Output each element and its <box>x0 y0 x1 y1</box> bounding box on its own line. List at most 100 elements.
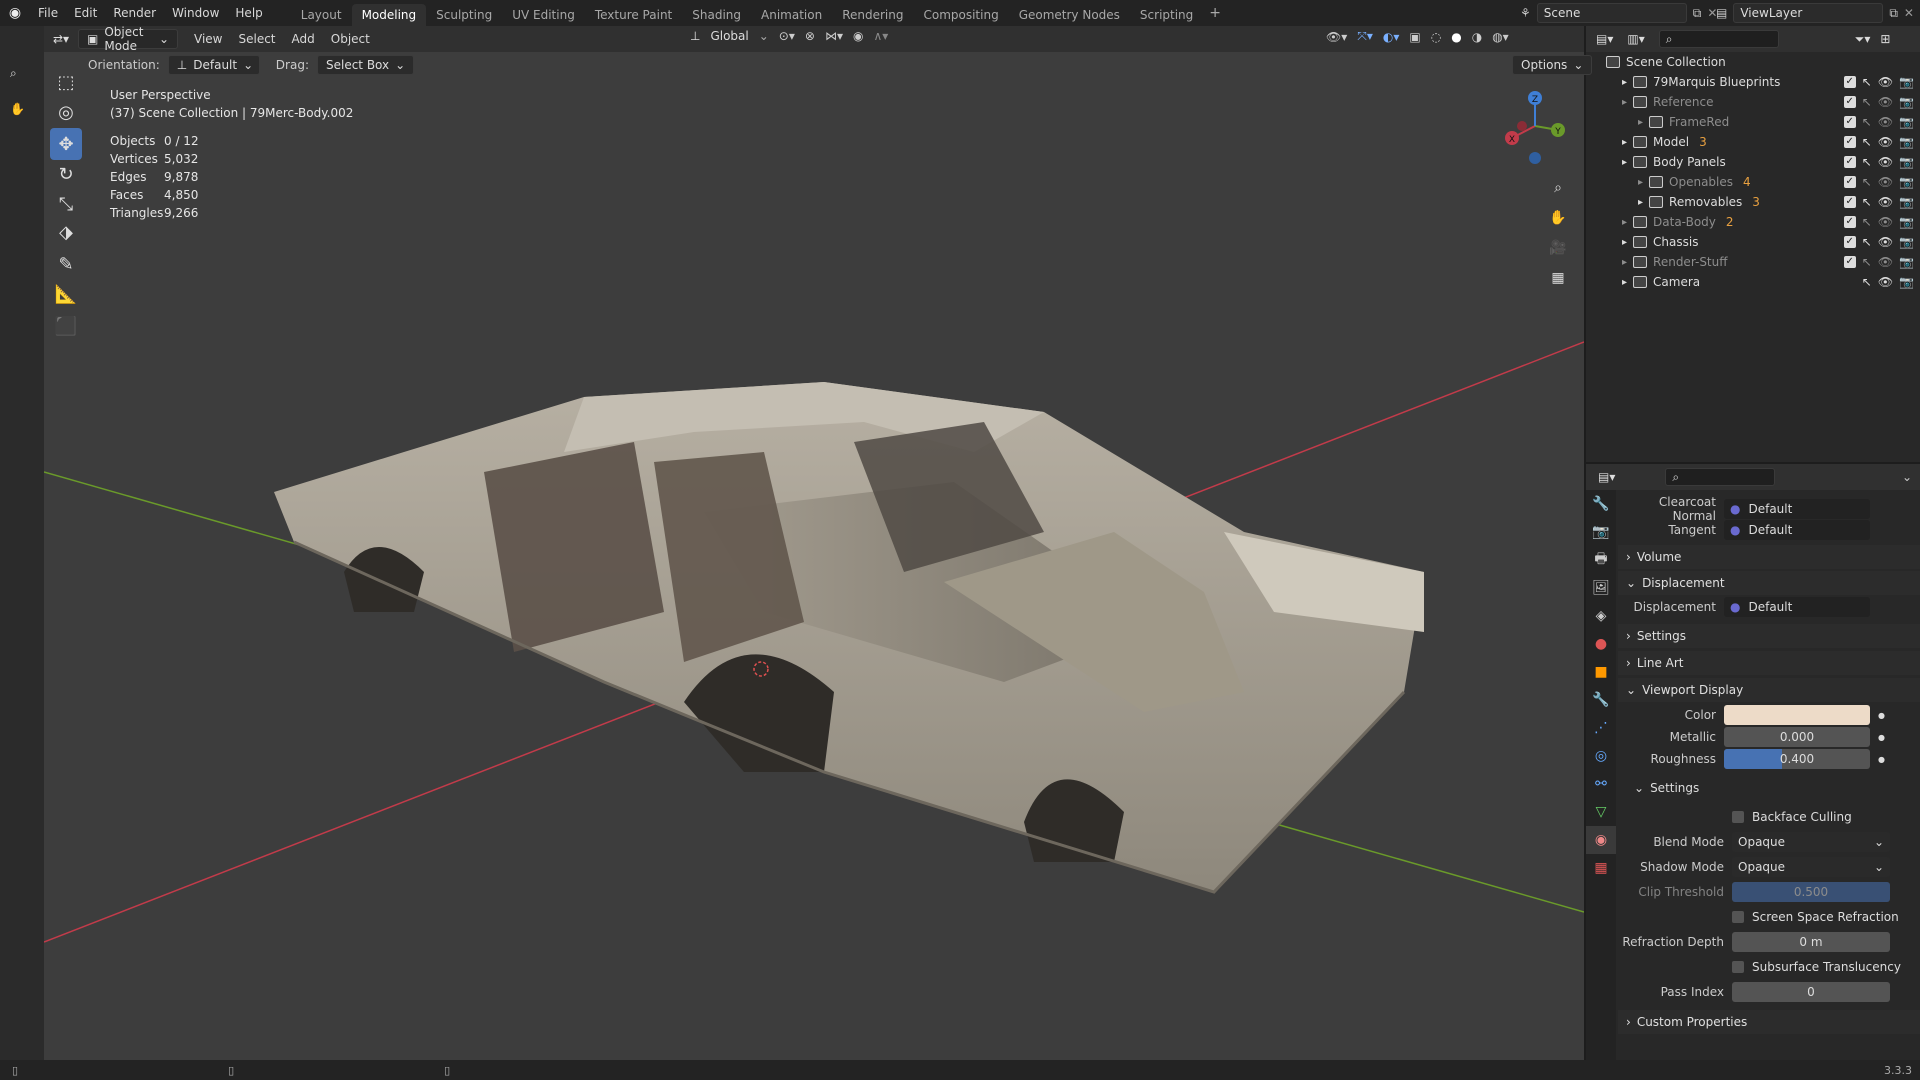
tab-object[interactable]: ■ <box>1586 658 1616 686</box>
subsurface-translucency-row[interactable]: Subsurface Translucency <box>1618 956 1920 978</box>
expand-arrow-icon[interactable]: ▸ <box>1622 77 1627 88</box>
outliner-search-input[interactable]: ⌕ <box>1658 30 1779 48</box>
select-mode-icon[interactable]: ⇄▾ <box>44 32 78 46</box>
selectable-icon[interactable]: ↖ <box>1862 195 1872 209</box>
delete-viewlayer-icon[interactable]: ✕ <box>1904 6 1914 20</box>
chevron-down-icon[interactable]: ⌄ <box>759 29 769 43</box>
transform-orientation-dropdown[interactable]: Global <box>710 29 748 43</box>
outliner-item[interactable]: ▸ Body Panels ✓ ↖ 👁 📷 <box>1586 152 1920 172</box>
tab-scene[interactable]: ◈ <box>1586 602 1616 630</box>
proportional-edit-icon[interactable]: ◉ <box>853 29 863 43</box>
expand-arrow-icon[interactable]: ▸ <box>1622 157 1627 168</box>
zoom-icon[interactable]: ⌕ <box>10 66 17 81</box>
custom-properties-section[interactable]: › Custom Properties <box>1618 1010 1920 1034</box>
tab-uv-editing[interactable]: UV Editing <box>502 4 585 26</box>
refraction-depth-field[interactable]: 0 m <box>1732 932 1890 952</box>
tab-shading[interactable]: Shading <box>682 4 751 26</box>
outliner-editor-icon[interactable]: ▤▾ <box>1596 32 1613 46</box>
new-viewlayer-icon[interactable]: ⧉ <box>1889 6 1898 21</box>
tab-geometry-nodes[interactable]: Geometry Nodes <box>1009 4 1130 26</box>
car-body-model[interactable] <box>274 382 1424 894</box>
settings-subpanel-header[interactable]: ⌄ Settings <box>1618 777 1920 799</box>
visibility-eye-icon[interactable]: 👁 <box>1878 135 1893 149</box>
drag-dropdown[interactable]: Select Box ⌄ <box>316 55 415 75</box>
menu-help[interactable]: Help <box>227 0 270 26</box>
expand-arrow-icon[interactable]: ▸ <box>1622 217 1627 228</box>
pan-icon[interactable]: ✋ <box>10 102 25 116</box>
tab-output[interactable]: 🖶 <box>1586 546 1616 574</box>
tab-view-layer[interactable]: 🖼 <box>1586 574 1616 602</box>
rendered-shading-icon[interactable]: ◍▾ <box>1492 30 1509 44</box>
outliner-item[interactable]: ▸ Openables 4 ✓ ↖ 👁 📷 <box>1586 172 1920 192</box>
outliner-item[interactable]: ▸ 79Marquis Blueprints ✓ ↖ 👁 📷 <box>1586 72 1920 92</box>
falloff-icon[interactable]: ∧▾ <box>873 29 888 43</box>
zoom-view-icon[interactable]: ⌕ <box>1546 176 1570 200</box>
render-camera-icon[interactable]: 📷 <box>1899 155 1914 169</box>
outliner-item[interactable]: ▸ Camera ↖ 👁 📷 <box>1586 272 1920 292</box>
keyframe-dot-icon[interactable]: ● <box>1878 755 1885 764</box>
neg-y-axis-handle[interactable] <box>1517 121 1527 131</box>
snap-icon[interactable]: ⊗ <box>805 29 815 43</box>
render-camera-icon[interactable]: 📷 <box>1899 75 1914 89</box>
color-swatch[interactable] <box>1724 705 1870 725</box>
selectable-icon[interactable]: ↖ <box>1862 215 1872 229</box>
solid-shading-icon[interactable]: ● <box>1451 30 1461 44</box>
render-camera-icon[interactable]: 📷 <box>1899 195 1914 209</box>
visibility-eye-icon[interactable]: 👁 <box>1878 115 1893 129</box>
selectable-icon[interactable]: ↖ <box>1862 155 1872 169</box>
pan-view-icon[interactable]: ✋ <box>1546 206 1570 230</box>
exclude-checkbox[interactable]: ✓ <box>1843 96 1856 108</box>
selectable-icon[interactable]: ↖ <box>1862 75 1872 89</box>
exclude-checkbox[interactable]: ✓ <box>1843 116 1856 128</box>
metallic-slider[interactable]: 0.000 <box>1724 727 1870 747</box>
screen-space-refraction-row[interactable]: Screen Space Refraction <box>1618 906 1920 928</box>
visibility-eye-icon[interactable]: 👁 <box>1878 235 1893 249</box>
orientation-dropdown[interactable]: ⊥ Default ⌄ <box>167 55 260 75</box>
tab-texture[interactable]: ▦ <box>1586 854 1616 882</box>
viewport-display-section[interactable]: ⌄ Viewport Display <box>1618 678 1920 702</box>
wireframe-shading-icon[interactable]: ◌ <box>1431 30 1441 44</box>
expand-arrow-icon[interactable]: ▸ <box>1622 257 1627 268</box>
tab-texture-paint[interactable]: Texture Paint <box>585 4 682 26</box>
visibility-eye-icon[interactable]: 👁 <box>1878 175 1893 189</box>
shadow-mode-dropdown[interactable]: Opaque ⌄ <box>1732 857 1890 877</box>
tab-physics[interactable]: ◎ <box>1586 742 1616 770</box>
render-camera-icon[interactable]: 📷 <box>1899 135 1914 149</box>
display-mode-icon[interactable]: ▥▾ <box>1627 32 1644 46</box>
subsurface-translucency-checkbox[interactable] <box>1732 961 1744 973</box>
visibility-eye-icon[interactable]: 👁 <box>1878 75 1893 89</box>
pass-index-field[interactable]: 0 <box>1732 982 1890 1002</box>
menu-window[interactable]: Window <box>164 0 227 26</box>
tab-modifiers[interactable]: 🔧 <box>1586 686 1616 714</box>
blend-mode-dropdown[interactable]: Opaque ⌄ <box>1732 832 1890 852</box>
visibility-eye-icon[interactable]: 👁 <box>1878 275 1893 289</box>
selectable-icon[interactable]: ↖ <box>1862 175 1872 189</box>
transform-icon[interactable]: ⬗ <box>50 216 82 248</box>
overlay-icon[interactable]: ◐▾ <box>1383 30 1400 44</box>
render-camera-icon[interactable]: 📷 <box>1899 275 1914 289</box>
visibility-eye-icon[interactable]: 👁 <box>1878 215 1893 229</box>
backface-culling-row[interactable]: Backface Culling <box>1618 806 1920 828</box>
expand-arrow-icon[interactable]: ▸ <box>1622 97 1627 108</box>
tab-layout[interactable]: Layout <box>291 4 352 26</box>
roughness-slider[interactable]: 0.400 <box>1724 749 1870 769</box>
visibility-eye-icon[interactable]: 👁 <box>1878 95 1893 109</box>
tab-particles[interactable]: ⋰ <box>1586 714 1616 742</box>
tab-rendering[interactable]: Rendering <box>832 4 913 26</box>
exclude-checkbox[interactable]: ✓ <box>1843 256 1856 268</box>
clip-threshold-slider[interactable]: 0.500 <box>1732 882 1890 902</box>
exclude-checkbox[interactable]: ✓ <box>1843 216 1856 228</box>
selectable-icon[interactable]: ↖ <box>1862 135 1872 149</box>
menu-file[interactable]: File <box>30 0 66 26</box>
xray-icon[interactable]: ▣ <box>1409 30 1420 44</box>
outliner-root[interactable]: Scene Collection <box>1586 52 1920 72</box>
exclude-checkbox[interactable]: ✓ <box>1843 76 1856 88</box>
render-camera-icon[interactable]: 📷 <box>1899 115 1914 129</box>
menu-view[interactable]: View <box>186 32 230 46</box>
scene-selector[interactable]: Scene <box>1536 3 1687 23</box>
render-camera-icon[interactable]: 📷 <box>1899 95 1914 109</box>
exclude-checkbox[interactable]: ✓ <box>1843 136 1856 148</box>
rotate-icon[interactable]: ↻ <box>50 158 82 190</box>
options-dropdown[interactable]: Options ⌄ <box>1512 55 1593 75</box>
expand-arrow-icon[interactable]: ▸ <box>1638 197 1643 208</box>
